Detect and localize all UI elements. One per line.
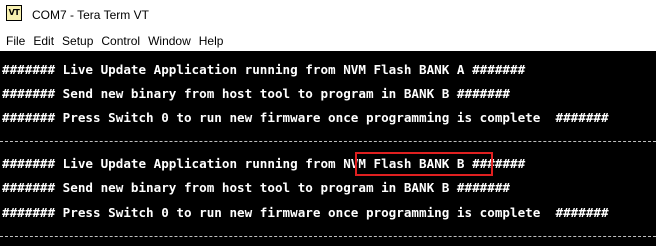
tera-term-app-icon: VT: [6, 5, 22, 21]
separator-line: [0, 236, 656, 237]
terminal-output[interactable]: ####### Live Update Application running …: [0, 51, 656, 246]
menu-setup[interactable]: Setup: [58, 34, 97, 48]
terminal-line-bank-a-running: ####### Live Update Application running …: [2, 62, 526, 77]
line-prefix-text: ####### Live Update Application running …: [2, 156, 344, 171]
tera-term-window: VT COM7 - Tera Term VT File Edit Setup C…: [0, 0, 656, 246]
title-bar: VT COM7 - Tera Term VT: [0, 0, 656, 30]
menu-edit[interactable]: Edit: [29, 34, 58, 48]
menu-bar: File Edit Setup Control Window Help: [0, 30, 656, 51]
terminal-line-send-binary: ####### Send new binary from host tool t…: [2, 86, 510, 101]
menu-window[interactable]: Window: [144, 34, 195, 48]
menu-control[interactable]: Control: [97, 34, 144, 48]
terminal-line-press-switch: ####### Press Switch 0 to run new firmwa…: [2, 110, 609, 125]
menu-file[interactable]: File: [2, 34, 29, 48]
terminal-line-press-switch: ####### Press Switch 0 to run new firmwa…: [2, 205, 609, 220]
red-highlight-box: [355, 152, 493, 176]
window-title: COM7 - Tera Term VT: [32, 8, 149, 22]
terminal-line-send-binary: ####### Send new binary from host tool t…: [2, 180, 510, 195]
menu-help[interactable]: Help: [195, 34, 228, 48]
separator-line: [0, 141, 656, 142]
